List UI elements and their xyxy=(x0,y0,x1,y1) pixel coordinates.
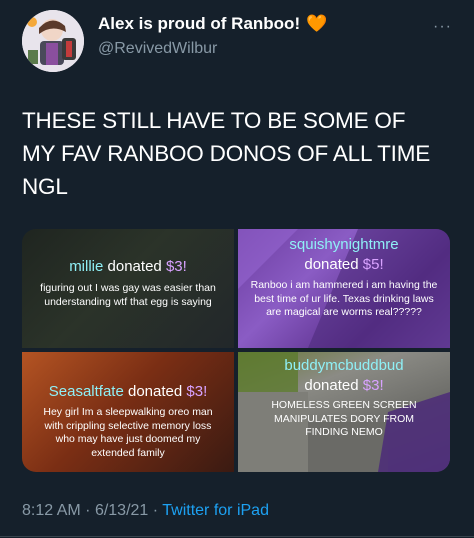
display-name[interactable]: Alex is proud of Ranboo! 🧡 xyxy=(98,14,327,34)
avatar-illustration xyxy=(22,10,84,72)
tweet-time[interactable]: 8:12 AM xyxy=(22,502,81,519)
meta-separator: · xyxy=(152,502,159,519)
tweet-source-link[interactable]: Twitter for iPad xyxy=(162,502,269,519)
donor-name: millie xyxy=(69,258,104,275)
more-options-icon[interactable]: ··· xyxy=(433,18,452,36)
donation-card: squishynightmre donated $5! Ranboo i am … xyxy=(238,235,450,320)
media-image-2[interactable]: squishynightmre donated $5! Ranboo i am … xyxy=(238,229,450,348)
donation-header: buddymcbuddbud donated $3! xyxy=(238,356,450,396)
donation-header: millie donated $3! xyxy=(22,257,234,277)
tweet-text: THESE STILL HAVE TO BE SOME OF MY FAV RA… xyxy=(22,108,431,199)
orange-heart-icon: 🧡 xyxy=(306,14,328,33)
donation-message: Ranboo i am hammered i am having the bes… xyxy=(250,279,438,318)
tweet-date[interactable]: 6/13/21 xyxy=(95,502,148,519)
donor-name: Seasaltfate xyxy=(48,383,124,400)
donated-word: donated xyxy=(107,258,162,275)
donated-word: donated xyxy=(304,377,359,394)
avatar[interactable] xyxy=(22,10,84,72)
donated-word: donated xyxy=(304,256,359,273)
donation-card: Seasaltfate donated $3! Hey girl Im a sl… xyxy=(22,382,234,460)
display-name-text[interactable]: Alex is proud of Ranboo! xyxy=(98,14,300,33)
donation-header: Seasaltfate donated $3! xyxy=(22,382,234,402)
donation-card: buddymcbuddbud donated $3! HOMELESS GREE… xyxy=(238,356,450,440)
donation-amount: $5! xyxy=(362,256,384,273)
donor-name: squishynightmre xyxy=(289,236,399,253)
donation-amount: $3! xyxy=(165,258,187,275)
media-image-4[interactable]: buddymcbuddbud donated $3! HOMELESS GREE… xyxy=(238,352,450,472)
donation-message: figuring out I was gay was easier than u… xyxy=(40,282,216,308)
divider xyxy=(0,536,474,537)
donation-message: HOMELESS GREEN SCREEN MANIPULATES DORY F… xyxy=(271,399,417,438)
meta-separator: · xyxy=(85,502,91,519)
donation-amount: $3! xyxy=(186,383,208,400)
media-image-3[interactable]: Seasaltfate donated $3! Hey girl Im a sl… xyxy=(22,352,234,472)
user-handle[interactable]: @RevivedWilbur xyxy=(98,40,217,58)
donor-name: buddymcbuddbud xyxy=(284,357,404,374)
media-grid[interactable]: millie donated $3! figuring out I was ga… xyxy=(22,229,450,472)
donation-amount: $3! xyxy=(362,377,384,394)
donation-header: squishynightmre donated $5! xyxy=(238,235,450,275)
tweet-meta: 8:12 AM · 6/13/21 · Twitter for iPad xyxy=(22,502,269,520)
media-image-1[interactable]: millie donated $3! figuring out I was ga… xyxy=(22,229,234,348)
donation-message: Hey girl Im a sleepwalking oreo man with… xyxy=(43,406,213,459)
donation-card: millie donated $3! figuring out I was ga… xyxy=(22,257,234,309)
donated-word: donated xyxy=(127,383,183,400)
